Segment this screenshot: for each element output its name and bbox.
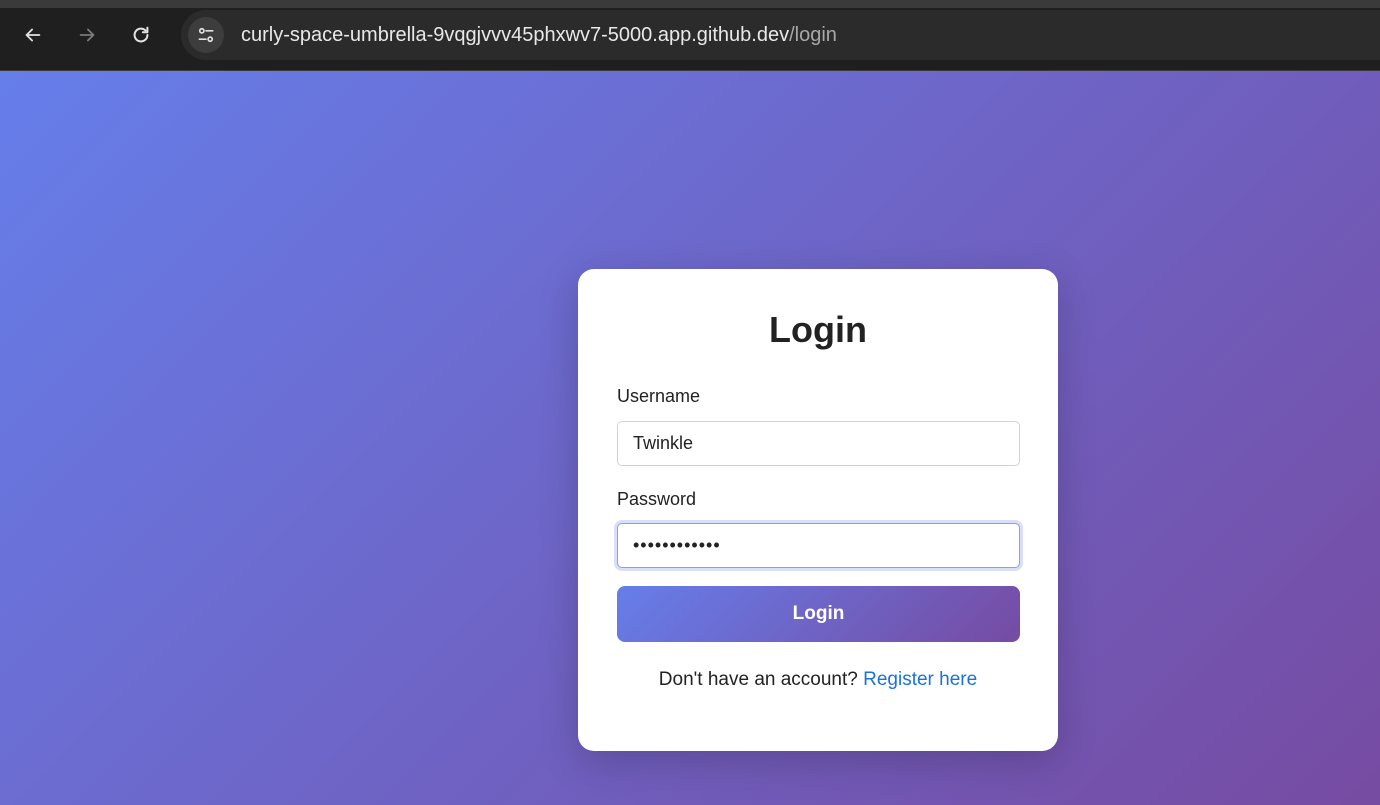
address-bar[interactable]: curly-space-umbrella-9vqgjvvv45phxwv7-50…: [181, 10, 1380, 60]
forward-button[interactable]: [69, 17, 105, 53]
back-button[interactable]: [15, 17, 51, 53]
url-host: curly-space-umbrella-9vqgjvvv45phxwv7-50…: [241, 23, 790, 46]
reload-icon: [133, 26, 149, 43]
forward-icon: [79, 28, 95, 42]
page-background: Login Username Password Login Don't have…: [0, 71, 1380, 805]
username-input[interactable]: [617, 421, 1020, 466]
back-icon: [25, 28, 41, 42]
password-input[interactable]: [617, 523, 1020, 568]
browser-toolbar: curly-space-umbrella-9vqgjvvv45phxwv7-50…: [0, 0, 1380, 71]
login-card: Login Username Password Login Don't have…: [578, 269, 1058, 751]
register-link[interactable]: Register here: [863, 669, 977, 690]
site-settings-button[interactable]: [188, 17, 224, 53]
password-label: Password: [617, 489, 697, 509]
site-settings-icon: [198, 27, 214, 43]
url-path: /login: [789, 23, 837, 46]
page-title: Login: [769, 309, 867, 350]
login-button[interactable]: Login: [617, 586, 1020, 642]
username-label: Username: [617, 386, 701, 406]
reload-button[interactable]: [123, 17, 159, 53]
register-prompt: Don't have an account?: [658, 669, 858, 690]
url-text[interactable]: curly-space-umbrella-9vqgjvvv45phxwv7-50…: [241, 24, 837, 47]
register-prompt-line: Don't have an account? Register here: [578, 669, 1058, 691]
